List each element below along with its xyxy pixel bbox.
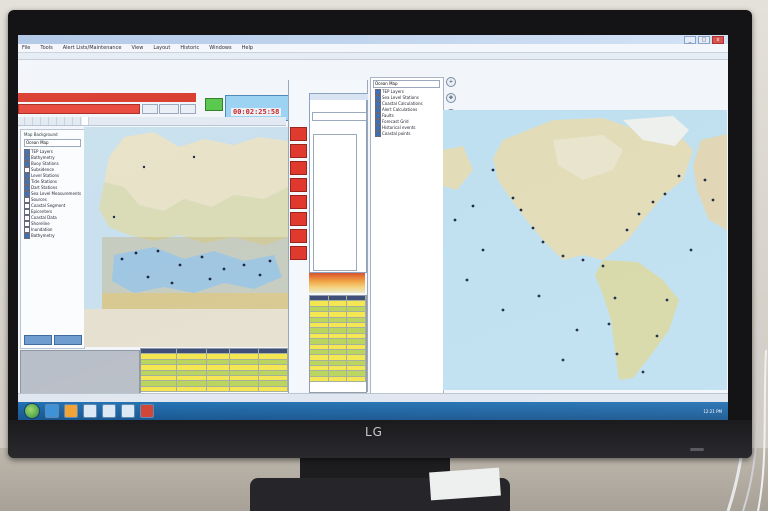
table-row[interactable] bbox=[310, 376, 367, 383]
taskbar-clock[interactable]: 12:21 PM bbox=[703, 409, 722, 414]
brand-logo: LG bbox=[365, 425, 383, 439]
tab-3[interactable] bbox=[34, 117, 41, 125]
event-title-bar bbox=[18, 93, 196, 102]
layer-item[interactable]: Coastal points bbox=[375, 131, 441, 137]
alert-button[interactable] bbox=[290, 195, 307, 209]
north-africa-land bbox=[102, 293, 288, 309]
layer-reset-button[interactable] bbox=[54, 335, 82, 345]
parameter-field[interactable] bbox=[312, 112, 367, 121]
menu-view[interactable]: View bbox=[131, 44, 143, 52]
close-button[interactable]: x bbox=[712, 36, 724, 44]
alert-button[interactable] bbox=[290, 144, 307, 158]
event-header-panel bbox=[18, 93, 196, 114]
layer-list: TEP Layers Bathymetry Buoy Stations Subs… bbox=[24, 149, 82, 239]
layer-panel-title: Map Background bbox=[24, 132, 58, 137]
title-bar: _ □ x bbox=[18, 35, 728, 44]
event-search-button[interactable] bbox=[159, 104, 179, 114]
tab-2[interactable] bbox=[26, 117, 33, 125]
app-icon[interactable] bbox=[102, 404, 116, 418]
regional-map[interactable] bbox=[84, 127, 288, 347]
status-green-indicator bbox=[205, 98, 223, 111]
power-indicator bbox=[690, 448, 704, 451]
tab-8[interactable] bbox=[74, 117, 81, 125]
folder-icon[interactable] bbox=[64, 404, 78, 418]
checkbox-icon[interactable] bbox=[375, 131, 381, 137]
menu-tools[interactable]: Tools bbox=[40, 44, 52, 52]
menu-windows[interactable]: Windows bbox=[209, 44, 231, 52]
parameters-panel bbox=[309, 93, 368, 273]
minimize-button[interactable]: _ bbox=[684, 36, 696, 44]
alert-button[interactable] bbox=[290, 212, 307, 226]
alert-button[interactable] bbox=[290, 229, 307, 243]
tab-7[interactable] bbox=[66, 117, 73, 125]
zoom-icon[interactable]: + bbox=[446, 77, 456, 87]
table-row[interactable] bbox=[141, 386, 288, 393]
readings-table bbox=[309, 295, 367, 393]
tab-1[interactable] bbox=[18, 117, 25, 125]
layer-panel: Map Background Ocean Map TEP Layers Bath… bbox=[20, 129, 85, 349]
parameters-header bbox=[310, 94, 368, 100]
pan-icon[interactable]: ✥ bbox=[446, 93, 456, 103]
map-background-select[interactable]: Ocean Map bbox=[24, 139, 81, 147]
event-go-button[interactable] bbox=[142, 104, 158, 114]
world-layer-panel: Ocean Map TEP Layers Sea Level Stations … bbox=[370, 77, 444, 395]
tab-row bbox=[18, 117, 286, 126]
alert-buttons bbox=[290, 127, 307, 263]
event-clear-button[interactable] bbox=[180, 104, 196, 114]
maximize-button[interactable]: □ bbox=[698, 36, 710, 44]
heatmap-strip bbox=[309, 273, 365, 293]
menu-file[interactable]: File bbox=[22, 44, 30, 52]
paper-note bbox=[429, 467, 501, 501]
toolbar-strip bbox=[18, 53, 728, 60]
alert-button[interactable] bbox=[290, 178, 307, 192]
system-tray: 12:21 PM bbox=[703, 405, 722, 417]
tab-map[interactable] bbox=[82, 117, 89, 125]
taskbar: 12:21 PM bbox=[18, 402, 728, 420]
menu-historic[interactable]: Historic bbox=[180, 44, 199, 52]
menu-alert-lists[interactable]: Alert Lists/Maintenance bbox=[63, 44, 122, 52]
alert-button[interactable] bbox=[290, 246, 307, 260]
event-search-input[interactable] bbox=[18, 104, 140, 114]
sahara-land bbox=[84, 309, 288, 347]
alert-button[interactable] bbox=[290, 127, 307, 141]
elapsed-time: 00:02:25:58 bbox=[231, 108, 282, 116]
parameter-list[interactable] bbox=[313, 134, 357, 271]
menu-help[interactable]: Help bbox=[242, 44, 253, 52]
world-map[interactable] bbox=[443, 110, 727, 390]
tab-5[interactable] bbox=[50, 117, 57, 125]
world-map-select[interactable]: Ocean Map bbox=[373, 80, 440, 88]
layer-item[interactable]: Bathymetry bbox=[24, 233, 82, 239]
preview-panel bbox=[20, 350, 140, 394]
tab-4[interactable] bbox=[42, 117, 49, 125]
app-icon[interactable] bbox=[140, 404, 154, 418]
screen: _ □ x File Tools Alert Lists/Maintenance… bbox=[18, 35, 728, 420]
layer-apply-button[interactable] bbox=[24, 335, 52, 345]
tab-6[interactable] bbox=[58, 117, 65, 125]
app-icon[interactable] bbox=[121, 404, 135, 418]
app-icon[interactable] bbox=[83, 404, 97, 418]
event-table bbox=[140, 348, 289, 394]
menu-bar: File Tools Alert Lists/Maintenance View … bbox=[18, 44, 728, 53]
window-buttons: _ □ x bbox=[684, 36, 724, 44]
checkbox-icon[interactable] bbox=[24, 233, 30, 239]
world-layer-list: TEP Layers Sea Level Stations Coastal Ca… bbox=[375, 89, 441, 137]
menu-layout[interactable]: Layout bbox=[153, 44, 170, 52]
alert-button[interactable] bbox=[290, 161, 307, 175]
start-orb-icon[interactable] bbox=[24, 403, 40, 419]
browser-icon[interactable] bbox=[45, 404, 59, 418]
